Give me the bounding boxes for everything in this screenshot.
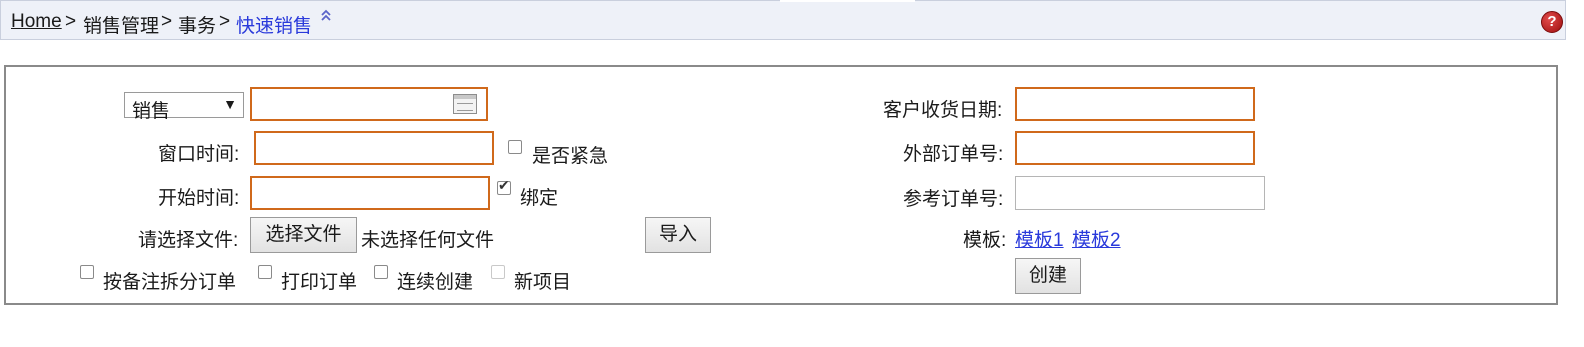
urgent-checkbox[interactable] — [508, 140, 522, 154]
import-button[interactable]: 导入 — [645, 217, 711, 253]
template-link-1[interactable]: 模板1 — [1015, 225, 1064, 252]
file-status: 未选择任何文件 — [361, 230, 495, 251]
order-type-value: 销售 — [132, 101, 171, 122]
breadcrumb-sales-management[interactable]: 销售管理 — [83, 11, 159, 38]
breadcrumb-current[interactable]: 快速销售 — [236, 11, 312, 38]
urgent-label: 是否紧急 — [532, 146, 609, 167]
new-item-checkbox — [491, 265, 505, 279]
start-time-input[interactable] — [250, 176, 490, 210]
calendar-icon[interactable] — [453, 94, 477, 114]
external-order-no-label: 外部订单号: — [903, 144, 1004, 165]
choose-file-button[interactable]: 选择文件 — [250, 217, 357, 253]
order-type-select[interactable]: 销售 ▼ — [124, 92, 244, 122]
template-label: 模板: — [963, 230, 1007, 251]
split-by-remark-label: 按备注拆分订单 — [103, 272, 237, 293]
external-order-no-input[interactable] — [1015, 131, 1255, 165]
collapse-up-icon[interactable] — [319, 9, 333, 23]
template-link-2[interactable]: 模板2 — [1072, 225, 1121, 252]
dropdown-arrow-icon: ▼ — [223, 96, 237, 112]
bind-checkbox[interactable] — [497, 178, 511, 195]
bind-label: 绑定 — [520, 188, 559, 209]
continuous-create-checkbox[interactable] — [374, 265, 388, 279]
file-label: 请选择文件: — [138, 230, 239, 251]
breadcrumb-separator: > — [65, 11, 77, 32]
reference-order-no-label: 参考订单号: — [903, 189, 1004, 210]
print-order-checkbox[interactable] — [258, 265, 272, 279]
create-button[interactable]: 创建 — [1015, 258, 1081, 294]
breadcrumb-home[interactable]: Home — [11, 11, 62, 33]
breadcrumb-separator: > — [161, 11, 173, 32]
split-by-remark-checkbox[interactable] — [80, 265, 94, 279]
start-time-label: 开始时间: — [158, 188, 240, 209]
top-tab-gap — [780, 0, 915, 2]
breadcrumb: Home > 销售管理 > 事务 > 快速销售 ? — [0, 0, 1566, 40]
new-item-label: 新项目 — [514, 272, 572, 293]
help-icon[interactable]: ? — [1541, 11, 1563, 33]
reference-order-no-input[interactable] — [1015, 176, 1265, 210]
window-time-input[interactable] — [254, 131, 494, 165]
customer-receipt-date-input[interactable] — [1015, 87, 1255, 121]
breadcrumb-separator: > — [219, 11, 231, 32]
customer-receipt-date-label: 客户收货日期: — [883, 100, 1003, 121]
breadcrumb-transactions[interactable]: 事务 — [178, 11, 216, 38]
window-time-label: 窗口时间: — [158, 144, 240, 165]
continuous-create-label: 连续创建 — [397, 272, 474, 293]
print-order-label: 打印订单 — [281, 272, 358, 293]
